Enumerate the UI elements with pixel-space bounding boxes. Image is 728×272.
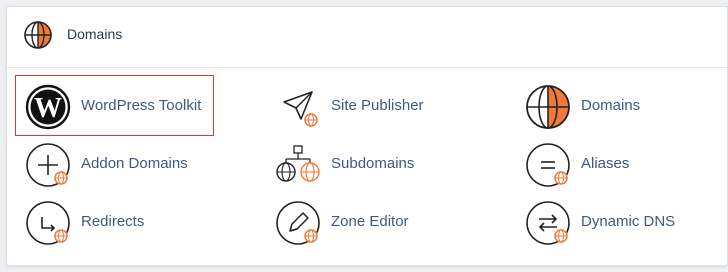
site-publisher-label: Site Publisher xyxy=(331,97,424,114)
subdomains-icon xyxy=(275,142,321,188)
wordpress-toolkit-label: WordPress Toolkit xyxy=(81,97,202,114)
domains-panel: Domains W WordPress Toolkit Site Publish… xyxy=(6,6,728,266)
site-publisher-icon xyxy=(275,84,321,130)
panel-header[interactable]: Domains xyxy=(7,7,727,68)
site-publisher-link[interactable]: Site Publisher xyxy=(265,81,465,131)
aliases-link[interactable]: Aliases xyxy=(515,139,715,189)
dynamic-dns-link[interactable]: Dynamic DNS xyxy=(515,197,715,247)
aliases-label: Aliases xyxy=(581,155,630,172)
subdomains-label: Subdomains xyxy=(331,155,415,172)
zone-editor-icon xyxy=(275,200,321,246)
globe-icon xyxy=(23,20,53,50)
addon-domains-label: Addon Domains xyxy=(81,155,188,172)
wordpress-icon: W xyxy=(25,84,71,130)
zone-editor-label: Zone Editor xyxy=(331,213,409,230)
aliases-icon xyxy=(525,142,571,188)
redirects-link[interactable]: Redirects xyxy=(15,197,215,247)
redirects-icon xyxy=(25,200,71,246)
redirects-label: Redirects xyxy=(81,213,145,230)
dynamic-dns-label: Dynamic DNS xyxy=(581,213,676,230)
zone-editor-link[interactable]: Zone Editor xyxy=(265,197,465,247)
addon-domains-icon xyxy=(25,142,71,188)
subdomains-link[interactable]: Subdomains xyxy=(265,139,465,189)
svg-text:W: W xyxy=(34,93,62,124)
domains-label: Domains xyxy=(581,97,641,114)
addon-domains-link[interactable]: Addon Domains xyxy=(15,139,215,189)
panel-title: Domains xyxy=(67,26,123,42)
dynamic-dns-icon xyxy=(525,200,571,246)
wordpress-toolkit-link[interactable]: W WordPress Toolkit xyxy=(15,81,214,131)
globe-icon xyxy=(525,84,571,130)
domains-link[interactable]: Domains xyxy=(515,81,715,131)
